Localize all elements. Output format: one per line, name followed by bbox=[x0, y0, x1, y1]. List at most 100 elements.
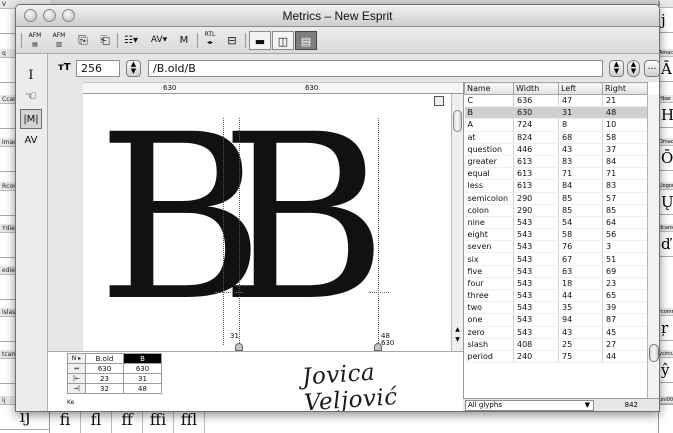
glyph-width-cell[interactable]: 613 bbox=[513, 167, 559, 181]
column-header-name[interactable]: Name bbox=[464, 82, 514, 95]
glyph-left-cell[interactable]: 43 bbox=[558, 326, 603, 339]
glyph-name-cell[interactable]: B.old bbox=[85, 353, 124, 364]
glyph-right-cell[interactable]: 3 bbox=[602, 240, 648, 254]
glyph-width-cell[interactable]: 543 bbox=[513, 252, 559, 266]
glyph-right-cell[interactable]: 71 bbox=[602, 167, 648, 181]
glyph-name-cell[interactable]: slash bbox=[464, 338, 514, 351]
glyph-left-cell[interactable]: 75 bbox=[558, 350, 603, 364]
column-header-right[interactable]: Right bbox=[602, 82, 648, 95]
glyph-row[interactable]: two 543 35 39 bbox=[464, 301, 648, 315]
glyph-row[interactable]: at 824 68 58 bbox=[464, 131, 648, 144]
glyph-right-cell[interactable]: 23 bbox=[602, 277, 648, 291]
glyph-width-cell[interactable]: 636 bbox=[513, 94, 559, 108]
kerning-tool-icon[interactable]: AV bbox=[20, 131, 42, 151]
glyph-left-cell[interactable]: 94 bbox=[558, 313, 603, 327]
glyph-left-cell[interactable]: 58 bbox=[558, 228, 603, 242]
glyph-row[interactable]: three 543 44 65 bbox=[464, 289, 648, 303]
glyph-row[interactable]: semicolon 290 85 57 bbox=[464, 192, 648, 205]
glyph-width-cell[interactable]: 543 bbox=[513, 240, 559, 254]
font-cell[interactable]: UogonekŲ bbox=[659, 182, 673, 215]
glyph-name-cell[interactable]: three bbox=[464, 289, 514, 303]
glyph-left-cell[interactable]: 18 bbox=[558, 277, 603, 291]
view-split-icon[interactable]: ◫ bbox=[272, 31, 294, 50]
metrics-text-field[interactable]: /B.old/B bbox=[148, 60, 603, 77]
glyph-name-cell[interactable]: colon bbox=[464, 204, 514, 217]
glyph-name-cell[interactable]: six bbox=[464, 252, 514, 266]
width-cell[interactable]: 630 bbox=[123, 363, 162, 374]
font-cell[interactable]: uni0020 bbox=[659, 396, 673, 405]
glyph-row[interactable]: zero 543 43 45 bbox=[464, 326, 648, 339]
glyph-left-cell[interactable]: 76 bbox=[558, 240, 603, 254]
glyph-row[interactable]: colon 290 85 85 bbox=[464, 204, 648, 217]
glyph-width-cell[interactable]: 543 bbox=[513, 228, 559, 242]
glyph-right-cell[interactable]: 27 bbox=[602, 338, 648, 351]
glyph-left-cell[interactable]: 31 bbox=[558, 106, 603, 120]
glyph-right-cell[interactable]: 51 bbox=[602, 252, 648, 266]
font-cell[interactable]: jj bbox=[659, 0, 673, 33]
glyph-row[interactable]: nine 543 54 64 bbox=[464, 216, 648, 230]
glyph-width-cell[interactable]: 446 bbox=[513, 143, 559, 156]
glyph-width-cell[interactable]: 543 bbox=[513, 313, 559, 327]
glyph-width-cell[interactable]: 630 bbox=[513, 106, 559, 120]
glyph-row[interactable]: A 724 8 10 bbox=[464, 118, 648, 132]
glyph-width-cell[interactable]: 543 bbox=[513, 326, 559, 339]
rtl-button[interactable]: RTL ◂▸ bbox=[201, 31, 219, 50]
text-options-stepper[interactable]: ▲ ▼ bbox=[627, 60, 640, 77]
glyph-left-cell[interactable]: 63 bbox=[558, 265, 603, 278]
glyph-right-cell[interactable]: 21 bbox=[602, 94, 648, 108]
glyph-left-cell[interactable]: 85 bbox=[558, 192, 603, 205]
glyph-name-cell[interactable]: seven bbox=[464, 240, 514, 254]
glyph-name-cell[interactable]: five bbox=[464, 265, 514, 278]
glyph-right-cell[interactable]: 84 bbox=[602, 155, 648, 169]
glyph-name-cell[interactable]: B bbox=[123, 353, 162, 364]
glyph-width-cell[interactable]: 613 bbox=[513, 179, 559, 193]
glyph-name-cell[interactable]: less bbox=[464, 179, 514, 193]
glyph-width-cell[interactable]: 543 bbox=[513, 301, 559, 315]
glyph-row[interactable]: six 543 67 51 bbox=[464, 252, 648, 266]
glyph-filter-select[interactable]: All glyphs ▼ bbox=[465, 400, 594, 411]
glyph-left-cell[interactable]: 85 bbox=[558, 204, 603, 217]
glyph-left-cell[interactable]: 25 bbox=[558, 338, 603, 351]
glyph-left-cell[interactable]: 47 bbox=[558, 94, 603, 108]
glyph-width-cell[interactable]: 613 bbox=[513, 155, 559, 169]
glyph-row[interactable]: less 613 84 83 bbox=[464, 179, 648, 193]
metrics-canvas[interactable]: B B 31 48 630 bbox=[83, 94, 451, 351]
glyph-list-scrollbar[interactable] bbox=[647, 94, 659, 398]
glyph-name-cell[interactable]: zero bbox=[464, 326, 514, 339]
column-header-left[interactable]: Left bbox=[558, 82, 603, 95]
glyph-name-cell[interactable]: one bbox=[464, 313, 514, 327]
canvas-scrollbar[interactable]: ▲ ▼ bbox=[451, 94, 463, 351]
scroll-down-arrow-icon[interactable]: ▼ bbox=[453, 336, 462, 344]
glyph-name-cell[interactable]: question bbox=[464, 143, 514, 156]
open-afm-button[interactable]: AFM ▤ bbox=[25, 31, 45, 50]
canvas-scroll-thumb[interactable] bbox=[453, 110, 462, 132]
glyph-name-cell[interactable]: two bbox=[464, 301, 514, 315]
glyph-list-scroll-thumb[interactable] bbox=[649, 344, 659, 362]
glyph-name-cell[interactable]: semicolon bbox=[464, 192, 514, 205]
glyph-right-cell[interactable]: 45 bbox=[602, 326, 648, 339]
glyph-row[interactable]: five 543 63 69 bbox=[464, 265, 648, 278]
align-icon[interactable]: ⊟ bbox=[224, 31, 240, 50]
glyph-width-cell[interactable]: 290 bbox=[513, 204, 559, 217]
glyph-row[interactable]: period 240 75 44 bbox=[464, 350, 648, 364]
glyph-name-cell[interactable]: A bbox=[464, 118, 514, 132]
glyph-row[interactable]: B 630 31 48 bbox=[464, 106, 648, 120]
text-tool-icon[interactable]: I bbox=[20, 66, 42, 86]
glyph-right-cell[interactable]: 48 bbox=[602, 106, 648, 120]
glyph-name-cell[interactable]: four bbox=[464, 277, 514, 291]
column-header-width[interactable]: Width bbox=[513, 82, 559, 95]
font-cell[interactable]: AmacronĀ bbox=[659, 49, 673, 82]
width-cell[interactable]: 630 bbox=[85, 363, 124, 374]
metrics-tool-icon[interactable]: |M| bbox=[20, 109, 42, 129]
glyph-right-cell[interactable]: 56 bbox=[602, 228, 648, 242]
sidebearing-line[interactable] bbox=[239, 118, 240, 345]
glyph-right-cell[interactable]: 64 bbox=[602, 216, 648, 230]
view-table-icon[interactable]: ▤ bbox=[295, 31, 317, 50]
glyph-name-cell[interactable]: B bbox=[464, 106, 514, 120]
save-afm-button[interactable]: AFM ▥ bbox=[49, 31, 69, 50]
glyph-left-cell[interactable]: 54 bbox=[558, 216, 603, 230]
font-cell[interactable]: rcommaaccentŗ bbox=[659, 308, 673, 341]
glyph-row[interactable]: slash 408 25 27 bbox=[464, 338, 648, 351]
glyph-right-cell[interactable]: 10 bbox=[602, 118, 648, 132]
glyph-row[interactable]: question 446 43 37 bbox=[464, 143, 648, 156]
